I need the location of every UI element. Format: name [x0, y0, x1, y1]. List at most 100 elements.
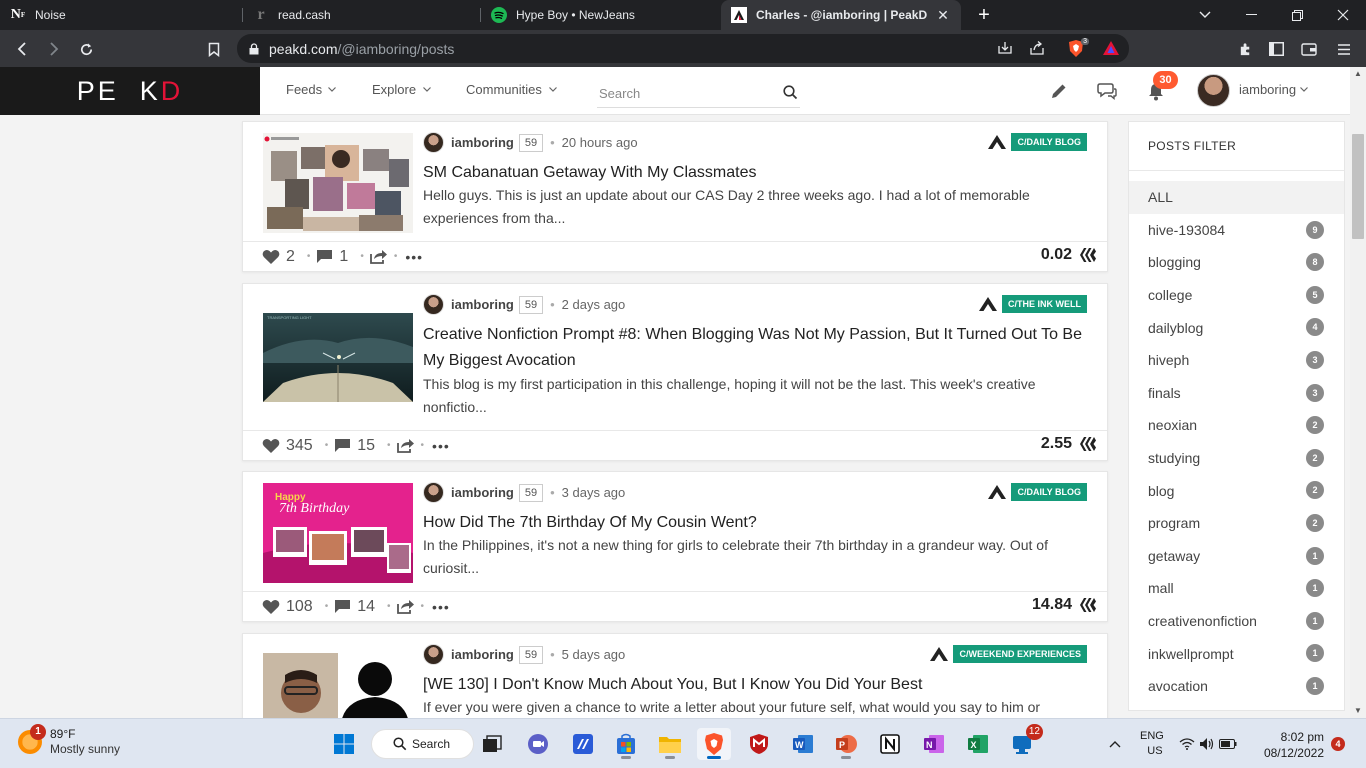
chat-icon[interactable]	[1096, 80, 1118, 102]
filter-item[interactable]: program 2	[1129, 507, 1344, 540]
post-thumbnail[interactable]: Happy 7th Birthday	[263, 483, 413, 583]
comment-icon[interactable]	[334, 438, 351, 453]
community-link[interactable]: C/DAILY BLOG	[987, 483, 1087, 501]
new-tab-button[interactable]: +	[972, 3, 996, 27]
post-title[interactable]: How Did The 7th Birthday Of My Cousin We…	[423, 510, 777, 536]
vote-count[interactable]: 108	[286, 598, 313, 616]
show-hidden-icons-button[interactable]	[1100, 728, 1130, 760]
user-avatar[interactable]	[1197, 74, 1230, 107]
filter-item[interactable]: finals 3	[1129, 377, 1344, 410]
scroll-down-arrow-icon[interactable]: ▼	[1353, 706, 1363, 716]
taskbar-app-messages[interactable]: 12	[1005, 724, 1043, 760]
reblog-share-icon[interactable]	[369, 249, 388, 264]
author-avatar[interactable]	[423, 132, 444, 153]
vote-count[interactable]: 345	[286, 437, 313, 455]
brave-rewards-icon[interactable]	[1102, 40, 1120, 59]
post-thumbnail[interactable]	[263, 133, 413, 233]
taskbar-app-brave[interactable]	[697, 728, 731, 760]
tab-peakd[interactable]: Charles - @iamboring | PeakD ✕	[721, 0, 961, 30]
taskbar-app-file-explorer[interactable]	[653, 728, 687, 760]
install-app-icon[interactable]	[997, 40, 1013, 59]
restore-button[interactable]	[1274, 0, 1320, 30]
nav-explore[interactable]: Explore	[372, 82, 432, 97]
filter-item[interactable]: blog 2	[1129, 474, 1344, 507]
peakd-logo[interactable]: PEAKD	[0, 67, 260, 115]
heart-icon[interactable]	[262, 599, 280, 615]
post-author[interactable]: iamboring	[451, 135, 514, 150]
search-icon[interactable]	[783, 85, 798, 100]
post-time[interactable]: 20 hours ago	[562, 135, 638, 150]
tab-noise[interactable]: NF Noise	[0, 0, 243, 30]
filter-item[interactable]: studying 2	[1129, 442, 1344, 475]
back-button[interactable]	[9, 36, 35, 62]
taskbar-app-word[interactable]: W	[786, 728, 820, 760]
taskbar-app-powerpoint[interactable]: P	[829, 728, 863, 760]
brave-shields-icon[interactable]: 3	[1067, 38, 1089, 58]
taskbar-app-teams-chat[interactable]	[521, 728, 555, 760]
post-title[interactable]: SM Cabanatuan Getaway With My Classmates	[423, 160, 776, 186]
sidebar-toggle-icon[interactable]	[1263, 36, 1289, 62]
more-options-icon[interactable]: •••	[432, 599, 450, 615]
taskbar-clock[interactable]: 8:02 pm 08/12/2022	[1262, 729, 1324, 761]
post-title[interactable]: [WE 130] I Don't Know Much About You, Bu…	[423, 672, 942, 698]
taskbar-app-notion[interactable]	[873, 728, 907, 760]
post-time[interactable]: 5 days ago	[562, 647, 626, 662]
language-indicator[interactable]: ENG US	[1140, 719, 1164, 768]
close-tab-icon[interactable]: ✕	[935, 7, 951, 23]
address-bar[interactable]: peakd.com/@iamboring/posts 3	[237, 34, 1129, 63]
forward-button[interactable]	[41, 36, 67, 62]
tab-spotify[interactable]: Hype Boy • NewJeans	[481, 0, 720, 30]
post-title[interactable]: Creative Nonfiction Prompt #8: When Blog…	[423, 322, 1107, 374]
post-author[interactable]: iamboring	[451, 297, 514, 312]
post-excerpt[interactable]: This blog is my first participation in t…	[423, 373, 1107, 419]
reblog-share-icon[interactable]	[396, 599, 415, 614]
post-payout[interactable]: 0.02	[1041, 246, 1097, 264]
bookmark-icon[interactable]	[201, 36, 227, 62]
comment-count[interactable]: 1	[339, 248, 348, 266]
taskbar-app-store[interactable]	[609, 728, 643, 760]
taskbar-search[interactable]: Search	[371, 729, 474, 759]
author-avatar[interactable]	[423, 482, 444, 503]
more-options-icon[interactable]: •••	[405, 249, 423, 265]
tab-readcash[interactable]: r read.cash	[243, 0, 481, 30]
filter-item[interactable]: avocation 1	[1129, 670, 1344, 703]
compose-pencil-icon[interactable]	[1048, 80, 1070, 102]
taskbar-app-excel[interactable]: X	[961, 728, 995, 760]
search-input[interactable]	[597, 85, 767, 101]
author-avatar[interactable]	[423, 294, 444, 315]
filter-item[interactable]: creativenonfiction 1	[1129, 605, 1344, 638]
post-payout[interactable]: 2.55	[1041, 435, 1097, 453]
share-icon[interactable]	[1029, 40, 1045, 59]
tab-search-icon[interactable]	[1182, 0, 1228, 30]
taskbar-app-drawing[interactable]	[566, 728, 600, 760]
extensions-icon[interactable]	[1232, 36, 1258, 62]
filter-item[interactable]: college 5	[1129, 279, 1344, 312]
comment-count[interactable]: 14	[357, 598, 375, 616]
wallet-icon[interactable]	[1296, 36, 1322, 62]
filter-item[interactable]: inkwellprompt 1	[1129, 637, 1344, 670]
heart-icon[interactable]	[262, 438, 280, 454]
filter-item[interactable]: neoxian 2	[1129, 409, 1344, 442]
notifications-badge[interactable]: 30	[1153, 71, 1178, 89]
community-link[interactable]: C/WEEKEND EXPERIENCES	[929, 645, 1087, 663]
reblog-share-icon[interactable]	[396, 438, 415, 453]
start-button[interactable]	[327, 728, 361, 760]
post-thumbnail[interactable]: TRANSPORTING LIGHT	[263, 313, 413, 402]
close-window-button[interactable]	[1320, 0, 1366, 30]
filter-item[interactable]: dailyblog 4	[1129, 311, 1344, 344]
heart-icon[interactable]	[262, 249, 280, 265]
weather-widget[interactable]: 1 89°F Mostly sunny	[18, 724, 120, 757]
filter-item[interactable]: ALL	[1129, 181, 1344, 214]
menu-icon[interactable]	[1331, 36, 1357, 62]
filter-item[interactable]: blogging 8	[1129, 246, 1344, 279]
post-author[interactable]: iamboring	[451, 485, 514, 500]
comment-icon[interactable]	[316, 249, 333, 264]
nav-communities[interactable]: Communities	[466, 82, 557, 97]
post-excerpt[interactable]: If ever you were given a chance to write…	[423, 696, 1060, 718]
system-tray-status[interactable]	[1178, 728, 1238, 760]
scrollbar-thumb[interactable]	[1352, 134, 1364, 239]
community-link[interactable]: C/DAILY BLOG	[987, 133, 1087, 151]
nav-feeds[interactable]: Feeds	[286, 82, 337, 97]
post-excerpt[interactable]: Hello guys. This is just an update about…	[423, 184, 1107, 230]
community-link[interactable]: C/THE INK WELL	[978, 295, 1087, 313]
